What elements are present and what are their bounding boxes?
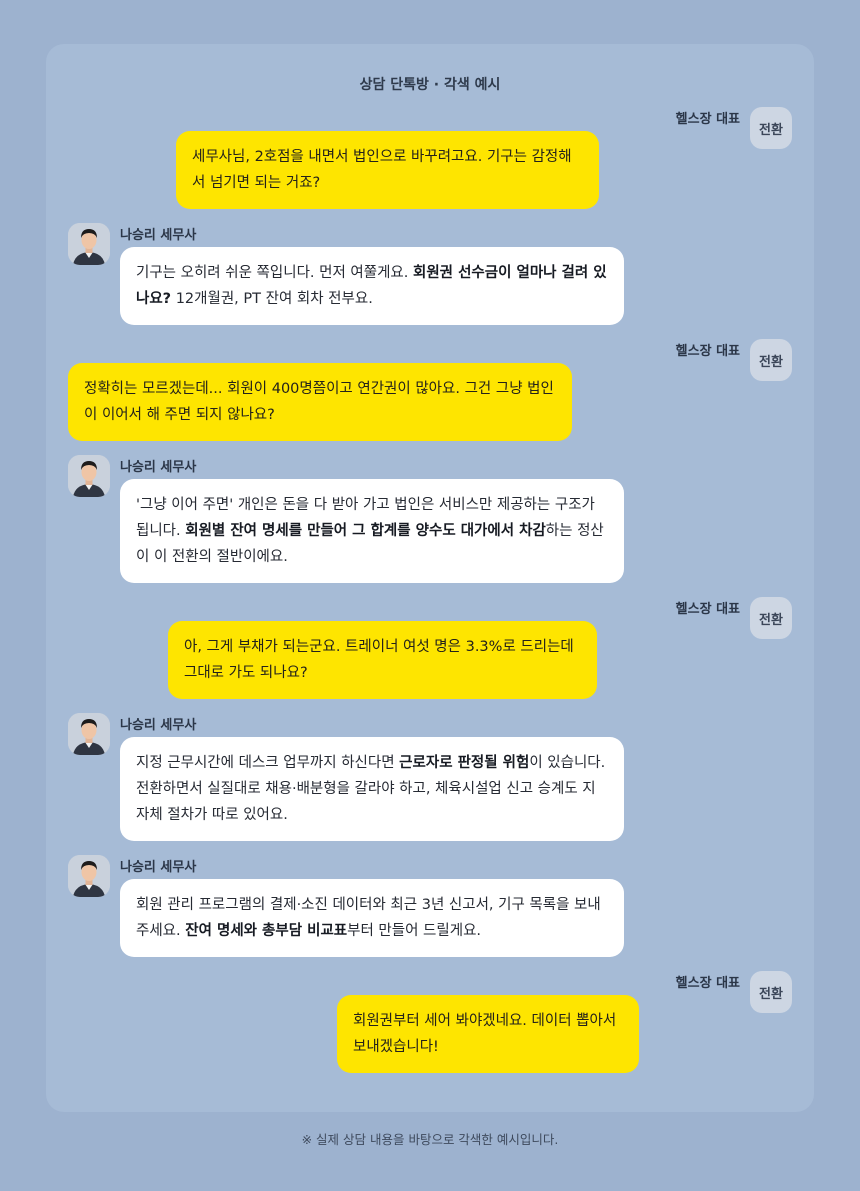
sender-name: 나승리 세무사 [120, 860, 197, 875]
message-bubble: 정확히는 모르겠는데... 회원이 400명쯤이고 연간권이 많아요. 그건 그… [68, 363, 572, 441]
person-portrait-icon [68, 713, 110, 755]
message-text: 12개월권, PT 잔여 회차 전부요. [171, 291, 373, 307]
message-bubble: 세무사님, 2호점을 내면서 법인으로 바꾸려고요. 기구는 감정해서 넘기면 … [176, 131, 599, 209]
sender-name: 헬스장 대표 [675, 602, 740, 617]
message-bubble: 회원 관리 프로그램의 결제·소진 데이터와 최근 3년 신고서, 기구 목록을… [120, 879, 624, 957]
message-text-emphasis: 회원별 잔여 명세를 만들어 그 합계를 양수도 대가에서 차감 [185, 523, 546, 539]
advisor-avatar[interactable] [68, 455, 110, 497]
person-portrait-icon [68, 223, 110, 265]
advisor-avatar[interactable] [68, 855, 110, 897]
client-avatar[interactable]: 전환 [750, 971, 792, 1013]
advisor-avatar[interactable] [68, 713, 110, 755]
message-bubble: '그냥 이어 주면' 개인은 돈을 다 받아 가고 법인은 서비스만 제공하는 … [120, 479, 624, 583]
sender-name: 나승리 세무사 [120, 228, 197, 243]
client-avatar[interactable]: 전환 [750, 339, 792, 381]
chat-title: 상담 단톡방 · 각색 예시 [359, 77, 501, 93]
sender-name: 헬스장 대표 [675, 976, 740, 991]
sender-name: 나승리 세무사 [120, 460, 197, 475]
message-text: 지정 근무시간에 데스크 업무까지 하신다면 [136, 755, 400, 771]
footnote: ※ 실제 상담 내용을 바탕으로 각색한 예시입니다. [301, 1132, 559, 1147]
person-portrait-icon [68, 455, 110, 497]
message-text: 아, 그게 부채가 되는군요. 트레이너 여섯 명은 3.3%로 드리는데 그대… [184, 639, 574, 681]
message-bubble: 회원권부터 세어 봐야겠네요. 데이터 뽑아서 보내겠습니다! [337, 995, 639, 1073]
client-avatar[interactable]: 전환 [750, 597, 792, 639]
sender-name: 헬스장 대표 [675, 344, 740, 359]
message-text: 정확히는 모르겠는데... 회원이 400명쯤이고 연간권이 많아요. 그건 그… [84, 381, 554, 423]
message-text: 부터 만들어 드릴게요. [347, 923, 482, 939]
message-bubble: 지정 근무시간에 데스크 업무까지 하신다면 근로자로 판정될 위험이 있습니다… [120, 737, 624, 841]
sender-name: 나승리 세무사 [120, 718, 197, 733]
message-text-emphasis: 잔여 명세와 총부담 비교표 [185, 923, 348, 939]
sender-name: 헬스장 대표 [675, 112, 740, 127]
client-avatar[interactable]: 전환 [750, 107, 792, 149]
message-text: 회원권부터 세어 봐야겠네요. 데이터 뽑아서 보내겠습니다! [353, 1013, 617, 1055]
message-text-emphasis: 근로자로 판정될 위험 [399, 755, 530, 771]
person-portrait-icon [68, 855, 110, 897]
advisor-avatar[interactable] [68, 223, 110, 265]
message-text: 기구는 오히려 쉬운 쪽입니다. 먼저 여쭐게요. [136, 265, 413, 281]
message-bubble: 아, 그게 부채가 되는군요. 트레이너 여섯 명은 3.3%로 드리는데 그대… [168, 621, 597, 699]
message-bubble: 기구는 오히려 쉬운 쪽입니다. 먼저 여쭐게요. 회원권 선수금이 얼마나 걸… [120, 247, 624, 325]
message-text: 세무사님, 2호점을 내면서 법인으로 바꾸려고요. 기구는 감정해서 넘기면 … [192, 149, 572, 191]
